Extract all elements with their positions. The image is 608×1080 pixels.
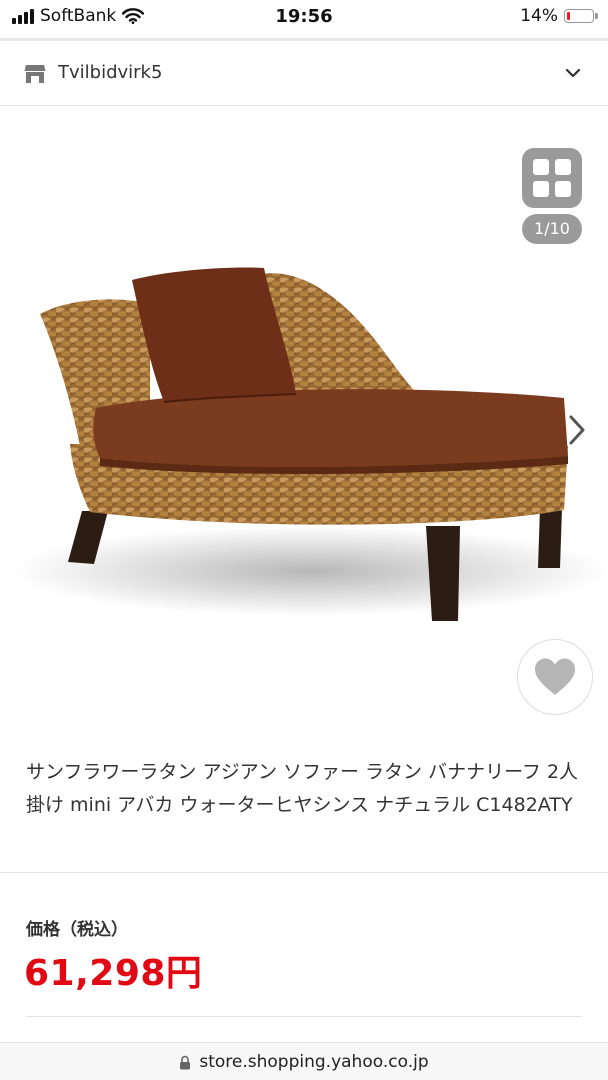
product-price: 61,298円 [24,953,203,994]
gallery-grid-button[interactable] [522,148,582,208]
divider [0,872,608,873]
chevron-down-icon[interactable] [565,68,581,78]
status-bar: SoftBank 19:56 14% [0,0,608,36]
battery-icon [564,9,598,23]
battery-percent: 14% [520,6,558,26]
image-counter: 1/10 [522,214,582,244]
store-name[interactable]: Tvilbidvirk5 [58,62,162,83]
url-text[interactable]: store.shopping.yahoo.co.jp [199,1052,428,1072]
clock: 19:56 [275,6,333,27]
heart-icon [535,658,575,695]
lock-icon [180,1055,191,1069]
battery-level [567,12,570,20]
chevron-right-icon[interactable] [566,412,588,448]
product-title: サンフラワーラタン アジアン ソファー ラタン バナナリーフ 2人掛け mini… [26,761,579,816]
divider [26,1016,582,1017]
product-image [10,267,608,621]
browser-url-bar[interactable]: store.shopping.yahoo.co.jp [0,1042,608,1080]
store-header[interactable]: Tvilbidvirk5 [0,44,608,106]
grid-icon [533,159,549,175]
product-gallery[interactable]: 1/10 [0,106,608,746]
toolbar-divider [0,38,608,41]
battery-info: 14% [520,6,598,26]
favorite-button[interactable] [517,639,593,715]
price-label: 価格（税込） [26,920,128,940]
store-icon [24,65,46,83]
